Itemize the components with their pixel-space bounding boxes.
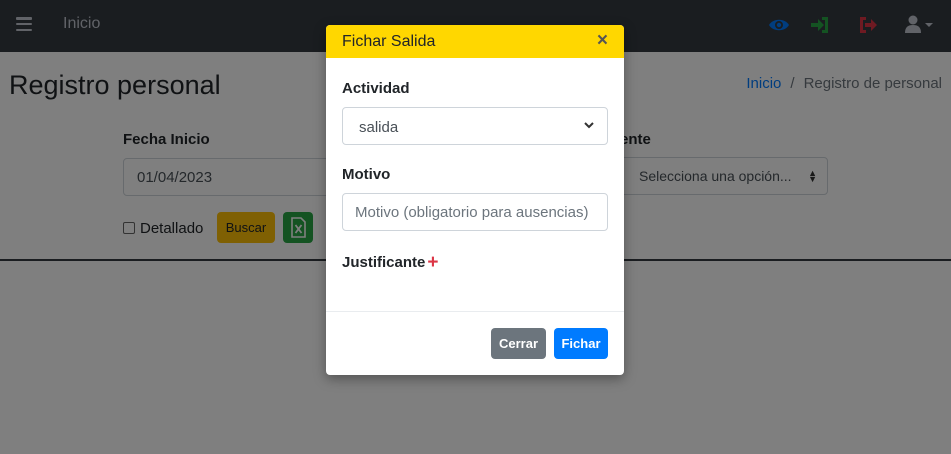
fichar-salida-modal: Fichar Salida × Actividad salida Motivo …	[326, 25, 624, 375]
motivo-input[interactable]	[342, 193, 608, 231]
motivo-label: Motivo	[342, 166, 391, 183]
add-justificante-icon[interactable]: +	[427, 252, 438, 273]
actividad-label: Actividad	[342, 80, 410, 97]
fichar-button[interactable]: Fichar	[554, 328, 608, 359]
modal-header: Fichar Salida ×	[326, 25, 624, 58]
modal-footer-divider	[326, 311, 624, 312]
actividad-select[interactable]: salida	[342, 107, 608, 145]
justificante-label: Justificante	[342, 254, 426, 271]
justificante-row: Justificante +	[342, 252, 438, 274]
modal-title: Fichar Salida	[342, 33, 436, 50]
cerrar-button[interactable]: Cerrar	[491, 328, 546, 359]
close-icon[interactable]: ×	[597, 30, 608, 52]
actividad-value: salida	[359, 119, 399, 136]
chevron-down-icon	[583, 118, 595, 136]
